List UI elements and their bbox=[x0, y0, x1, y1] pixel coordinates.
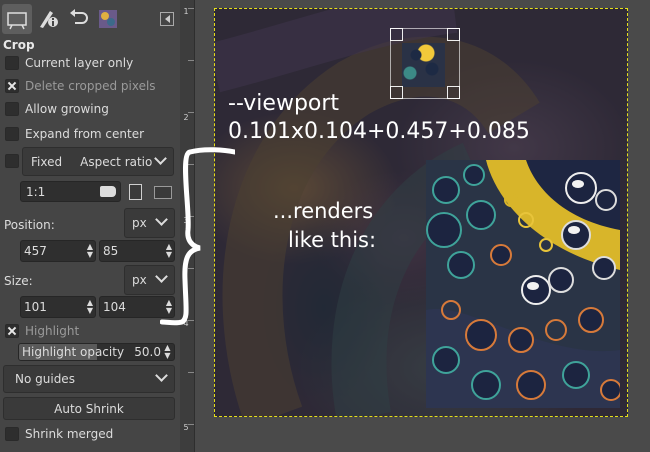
delete-cropped-pixels-checkbox[interactable] bbox=[5, 79, 19, 93]
size-label: Size: bbox=[4, 274, 33, 288]
fixed-label: Fixed bbox=[31, 154, 63, 169]
current-layer-only-label: Current layer only bbox=[25, 56, 134, 70]
expand-from-center-option[interactable]: Expand from center bbox=[5, 125, 144, 143]
chevron-down-icon bbox=[155, 369, 168, 382]
position-x-value: 457 bbox=[24, 244, 47, 258]
guides-value: No guides bbox=[15, 372, 75, 386]
ruler-tick bbox=[188, 60, 194, 61]
ruler-tick bbox=[188, 424, 194, 425]
dock-tab-bar bbox=[0, 0, 180, 36]
undo-history-tab[interactable] bbox=[63, 4, 93, 34]
fixed-mode-value: Aspect ratio bbox=[80, 154, 153, 169]
guides-dropdown[interactable]: No guides bbox=[3, 365, 175, 393]
image-thumbnail-icon bbox=[99, 10, 117, 28]
viewport-value: 0.101x0.104+0.457+0.085 bbox=[228, 119, 530, 144]
tool-options-tab[interactable] bbox=[2, 4, 32, 34]
ruler-label: 5 bbox=[183, 423, 189, 432]
aspect-ratio-value: 1:1 bbox=[26, 185, 46, 199]
size-unit-value: px bbox=[132, 273, 147, 287]
position-x-stepper[interactable]: ▲ ▼ bbox=[85, 241, 95, 261]
tool-options-panel: Crop Current layer only Delete cropped p… bbox=[0, 0, 180, 452]
highlight-option[interactable]: Highlight bbox=[5, 322, 79, 340]
viewport-caption: --viewport bbox=[228, 91, 340, 116]
images-tab[interactable] bbox=[93, 4, 123, 34]
ruler-tick bbox=[188, 112, 194, 113]
device-status-tab[interactable] bbox=[33, 4, 63, 34]
size-width-stepper[interactable]: ▲ ▼ bbox=[85, 297, 95, 317]
aspect-ratio-input[interactable]: 1:1 bbox=[20, 181, 121, 202]
tool-options-icon bbox=[7, 12, 27, 30]
delete-cropped-pixels-option[interactable]: Delete cropped pixels bbox=[5, 77, 156, 95]
crop-frame bbox=[390, 28, 460, 99]
clear-icon[interactable] bbox=[100, 186, 116, 197]
annotation-brace bbox=[160, 147, 235, 326]
ruler-tick bbox=[188, 8, 194, 9]
shrink-merged-checkbox[interactable] bbox=[5, 427, 19, 441]
fixed-checkbox[interactable] bbox=[5, 154, 19, 168]
highlight-opacity-stepper[interactable]: ▲ ▼ bbox=[163, 344, 172, 360]
highlight-opacity-slider[interactable]: Highlight opacity 50.0 ▲ ▼ bbox=[18, 343, 175, 361]
highlight-label: Highlight bbox=[25, 324, 80, 338]
zoomed-preview-image bbox=[426, 160, 620, 408]
undo-history-icon bbox=[70, 9, 88, 24]
tab-menu-button[interactable] bbox=[160, 12, 174, 26]
expand-from-center-label: Expand from center bbox=[25, 127, 145, 141]
highlight-checkbox[interactable] bbox=[5, 324, 19, 338]
current-layer-only-checkbox[interactable] bbox=[5, 56, 19, 70]
highlight-opacity-label: Highlight opacity bbox=[22, 345, 125, 359]
position-y-value: 85 bbox=[103, 244, 119, 258]
shrink-merged-label: Shrink merged bbox=[25, 427, 114, 441]
ruler-label: 2 bbox=[183, 113, 189, 122]
auto-shrink-button[interactable]: Auto Shrink bbox=[3, 397, 175, 420]
device-status-icon bbox=[40, 11, 58, 28]
size-height-value: 104 bbox=[103, 300, 126, 314]
auto-shrink-label: Auto Shrink bbox=[54, 401, 124, 416]
allow-growing-label: Allow growing bbox=[25, 102, 109, 116]
size-width-value: 101 bbox=[24, 300, 47, 314]
renders-caption: ...renders bbox=[273, 199, 374, 223]
fixed-mode-dropdown[interactable]: Fixed Aspect ratio bbox=[22, 147, 174, 176]
tool-title: Crop bbox=[3, 38, 35, 52]
ruler-tick bbox=[188, 372, 194, 373]
ruler-label: 1 bbox=[183, 7, 189, 16]
renders-caption-2: like this: bbox=[288, 228, 377, 252]
allow-growing-checkbox[interactable] bbox=[5, 102, 19, 116]
position-unit-value: px bbox=[132, 216, 147, 230]
current-layer-only-option[interactable]: Current layer only bbox=[5, 54, 133, 72]
shrink-merged-option[interactable]: Shrink merged bbox=[5, 425, 113, 443]
delete-cropped-pixels-label: Delete cropped pixels bbox=[25, 79, 156, 93]
highlight-opacity-value: 50.0 bbox=[134, 345, 161, 359]
portrait-icon[interactable] bbox=[129, 184, 142, 200]
allow-growing-option[interactable]: Allow growing bbox=[5, 100, 109, 118]
position-label: Position: bbox=[4, 218, 55, 232]
expand-from-center-checkbox[interactable] bbox=[5, 127, 19, 141]
